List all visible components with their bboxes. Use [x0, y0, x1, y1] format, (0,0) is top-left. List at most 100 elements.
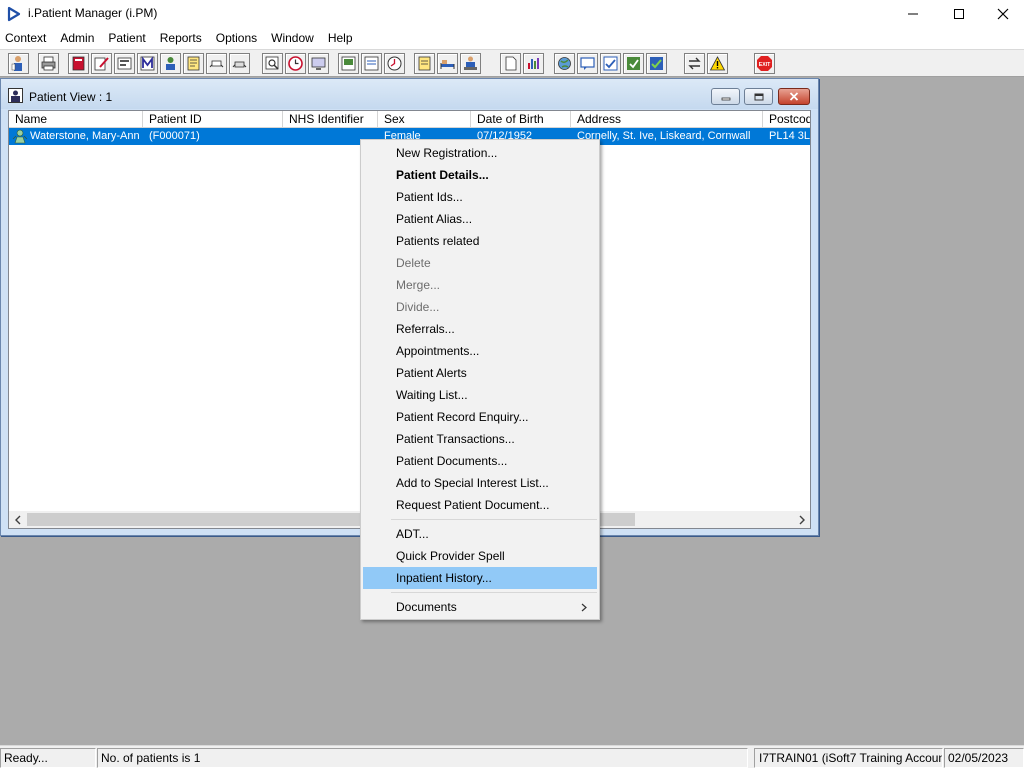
toolbar-exit-button[interactable]: EXIT — [754, 53, 775, 74]
toolbar-check-button[interactable] — [600, 53, 621, 74]
menu-admin[interactable]: Admin — [53, 28, 101, 49]
clipboard-icon — [418, 56, 431, 71]
records-icon — [117, 57, 132, 70]
toolbar-records-button[interactable] — [114, 53, 135, 74]
maximize-button[interactable] — [936, 0, 982, 28]
menu-item-patient-transactions[interactable]: Patient Transactions... — [363, 428, 597, 450]
chevron-right-icon — [581, 603, 587, 612]
exit-icon: EXIT — [757, 56, 772, 71]
menu-options[interactable]: Options — [209, 28, 264, 49]
toolbar-book-button[interactable] — [68, 53, 89, 74]
status-text: Ready... — [0, 748, 96, 768]
menu-item-patient-alerts[interactable]: Patient Alerts — [363, 362, 597, 384]
column-header-dob[interactable]: Date of Birth — [471, 111, 571, 128]
menu-item-patient-details[interactable]: Patient Details... — [363, 164, 597, 186]
menu-item-waiting-list[interactable]: Waiting List... — [363, 384, 597, 406]
column-header-address[interactable]: Address — [571, 111, 763, 128]
menu-reports[interactable]: Reports — [153, 28, 209, 49]
toolbar-bed-button[interactable] — [437, 53, 458, 74]
menu-item-patients-related[interactable]: Patients related — [363, 230, 597, 252]
menu-item-request-patient-document[interactable]: Request Patient Document... — [363, 494, 597, 516]
cell-postcode: PL14 3L — [769, 130, 810, 142]
app-logo-icon — [7, 6, 21, 22]
clock-icon — [288, 56, 303, 71]
patient-view-title: Patient View : 1 — [29, 90, 113, 104]
column-header-patient-id[interactable]: Patient ID — [143, 111, 283, 128]
menu-item-add-special-interest-list[interactable]: Add to Special Interest List... — [363, 472, 597, 494]
maximize-icon — [954, 9, 964, 19]
printer-icon — [41, 56, 56, 71]
exit-label: EXIT — [759, 62, 771, 68]
menu-item-documents[interactable]: Documents — [363, 596, 597, 618]
column-header-postcode[interactable]: Postcode — [763, 111, 810, 128]
menu-item-patient-ids[interactable]: Patient Ids... — [363, 186, 597, 208]
toolbar-flag-button[interactable] — [206, 53, 227, 74]
close-button[interactable] — [980, 0, 1024, 28]
column-header-nhs-identifier[interactable]: NHS Identifier — [283, 111, 378, 128]
admit-icon — [464, 56, 477, 70]
close-icon — [997, 8, 1009, 20]
toolbar-warning-button[interactable] — [707, 53, 728, 74]
toolbar-notes-button[interactable] — [183, 53, 204, 74]
chevron-right-icon — [799, 515, 805, 524]
app-title: i.Patient Manager (i.PM) — [28, 6, 158, 20]
message-icon — [580, 57, 595, 70]
menu-item-inpatient-history[interactable]: Inpatient History... — [363, 567, 597, 589]
column-header-name[interactable]: Name — [9, 111, 143, 128]
toolbar-patient-button[interactable] — [8, 53, 29, 74]
toolbar-refresh-button[interactable] — [623, 53, 644, 74]
toolbar-report-button[interactable] — [338, 53, 359, 74]
patient-list-header: Name Patient ID NHS Identifier Sex Date … — [9, 111, 810, 128]
menu-item-patient-documents[interactable]: Patient Documents... — [363, 450, 597, 472]
toolbar-edit-button[interactable] — [91, 53, 112, 74]
bed-icon — [440, 60, 455, 69]
menu-item-referrals[interactable]: Referrals... — [363, 318, 597, 340]
toolbar-letter-button[interactable] — [361, 53, 382, 74]
menu-help[interactable]: Help — [321, 28, 360, 49]
menu-item-appointments[interactable]: Appointments... — [363, 340, 597, 362]
toolbar-message-button[interactable] — [577, 53, 598, 74]
menu-item-adt[interactable]: ADT... — [363, 523, 597, 545]
minimize-icon — [908, 13, 918, 15]
menu-item-quick-provider-spell[interactable]: Quick Provider Spell — [363, 545, 597, 567]
scroll-left-button[interactable] — [9, 511, 26, 528]
toolbar-transfer-button[interactable] — [229, 53, 250, 74]
menu-item-divide: Divide... — [396, 300, 440, 314]
toolbar-globe-button[interactable] — [554, 53, 575, 74]
menu-patient[interactable]: Patient — [101, 28, 152, 49]
toolbar-user-button[interactable] — [160, 53, 181, 74]
toolbar-chart-button[interactable] — [523, 53, 544, 74]
toolbar-monitor-button[interactable] — [308, 53, 329, 74]
menu-window[interactable]: Window — [264, 28, 321, 49]
toolbar-print-button[interactable] — [38, 53, 59, 74]
scroll-right-button[interactable] — [793, 511, 810, 528]
menu-item-patient-alias[interactable]: Patient Alias... — [363, 208, 597, 230]
child-close-button[interactable] — [778, 88, 810, 105]
menu-context[interactable]: Context — [0, 28, 53, 49]
child-maximize-button[interactable] — [744, 88, 773, 105]
swap-icon — [688, 57, 701, 70]
patient-view-titlebar[interactable]: Patient View : 1 — [1, 79, 818, 109]
transfer-icon — [232, 61, 247, 68]
menu-item-new-registration[interactable]: New Registration... — [363, 142, 597, 164]
toolbar-admit-button[interactable] — [460, 53, 481, 74]
toolbar-swap-button[interactable] — [684, 53, 705, 74]
menu-item-patient-record-enquiry[interactable]: Patient Record Enquiry... — [363, 406, 597, 428]
toolbar-search-button[interactable] — [262, 53, 283, 74]
child-minimize-button[interactable] — [711, 88, 740, 105]
patient-view-icon — [8, 88, 23, 103]
app-titlebar: i.Patient Manager (i.PM) — [0, 0, 1024, 28]
maximize-icon — [754, 93, 763, 100]
toolbar-clock-button[interactable] — [285, 53, 306, 74]
toolbar: EXIT — [0, 49, 1024, 77]
toolbar-document-button[interactable] — [500, 53, 521, 74]
toolbar-approve-button[interactable] — [646, 53, 667, 74]
toolbar-history-button[interactable] — [384, 53, 405, 74]
notes-icon — [187, 56, 200, 71]
check-icon — [603, 56, 618, 71]
toolbar-mail-button[interactable] — [137, 53, 158, 74]
minimize-button[interactable] — [890, 0, 936, 28]
column-header-sex[interactable]: Sex — [378, 111, 471, 128]
toolbar-clipboard-button[interactable] — [414, 53, 435, 74]
letter-icon — [364, 56, 379, 71]
